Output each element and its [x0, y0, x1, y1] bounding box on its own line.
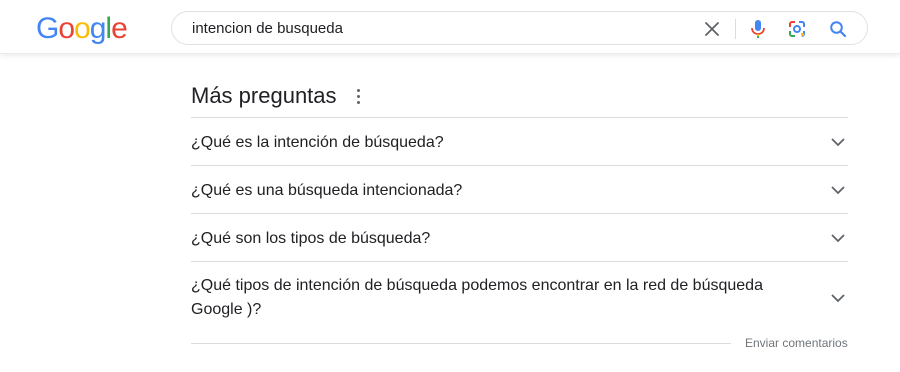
logo-letter: o — [74, 12, 91, 45]
question-text: ¿Qué es la intención de búsqueda? — [191, 134, 444, 151]
logo-letter: o — [58, 12, 75, 45]
logo-letter: g — [89, 12, 107, 45]
question-item[interactable]: ¿Qué tipos de intención de búsqueda pode… — [191, 261, 848, 341]
search-input[interactable] — [192, 12, 692, 44]
search-box[interactable] — [171, 11, 868, 45]
send-feedback-link[interactable]: Enviar comentarios — [745, 336, 848, 350]
microphone-icon[interactable] — [746, 17, 770, 41]
question-item[interactable]: ¿Qué son los tipos de búsqueda? — [191, 213, 848, 261]
logo-letter: G — [36, 12, 59, 45]
google-logo[interactable]: Google — [36, 11, 128, 47]
top-bar: Google — [0, 0, 900, 54]
question-text: ¿Qué tipos de intención de búsqueda pode… — [191, 277, 763, 318]
search-divider — [735, 19, 736, 39]
questions-list: ¿Qué es la intención de búsqueda? ¿Qué e… — [191, 117, 848, 341]
question-text: ¿Qué son los tipos de búsqueda? — [191, 230, 431, 247]
footer-divider — [191, 343, 731, 344]
lens-icon[interactable] — [785, 17, 809, 41]
question-item[interactable]: ¿Qué es una búsqueda intencionada? — [191, 165, 848, 213]
chevron-down-icon[interactable] — [831, 183, 845, 197]
more-vert-icon[interactable] — [352, 87, 364, 105]
question-text: ¿Qué es una búsqueda intencionada? — [191, 182, 463, 199]
chevron-down-icon[interactable] — [831, 231, 845, 245]
logo-letter: e — [111, 12, 128, 45]
search-icon[interactable] — [826, 17, 850, 41]
question-item[interactable]: ¿Qué es la intención de búsqueda? — [191, 117, 848, 165]
chevron-down-icon[interactable] — [831, 291, 845, 305]
close-icon[interactable] — [700, 17, 724, 41]
chevron-down-icon[interactable] — [831, 135, 845, 149]
section-title: Más preguntas — [191, 83, 337, 108]
